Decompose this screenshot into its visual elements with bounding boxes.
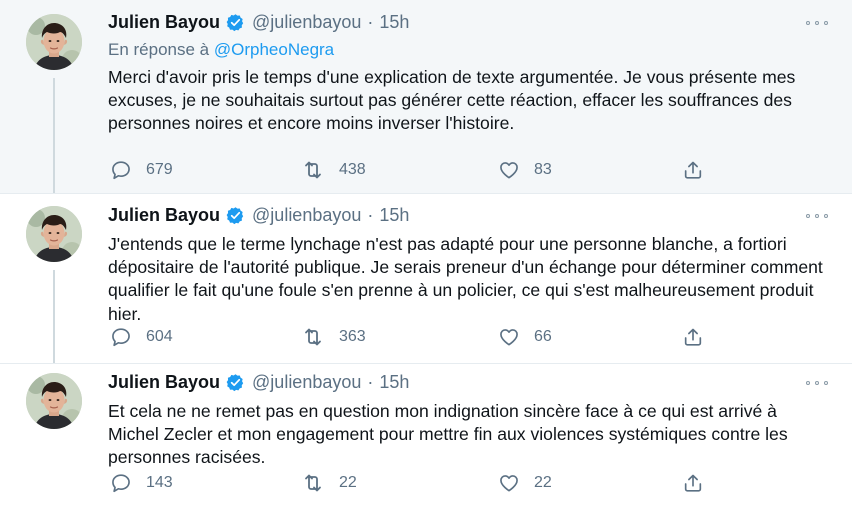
separator-dot: · — [367, 204, 374, 225]
tweet-text: Et cela ne ne remet pas en question mon … — [108, 401, 788, 468]
retweet-count: 363 — [339, 328, 366, 345]
retweet-icon — [301, 158, 325, 182]
more-options-icon[interactable] — [806, 19, 828, 27]
heart-icon — [498, 472, 520, 494]
tweet-text: Merci d'avoir pris le temps d'une explic… — [108, 67, 796, 134]
retweet-count: 22 — [339, 474, 357, 491]
thread-line — [53, 270, 55, 364]
reply-count: 679 — [146, 161, 173, 178]
reply-bubble-icon — [110, 472, 132, 494]
author-name[interactable]: Julien Bayou — [108, 12, 220, 33]
verified-badge-icon — [226, 373, 245, 392]
author-handle[interactable]: @julienbayou — [252, 12, 361, 33]
timestamp[interactable]: 15h — [379, 12, 409, 33]
reply-bubble-icon — [110, 326, 132, 348]
like-count: 83 — [534, 161, 552, 178]
reply-bubble-icon — [110, 159, 132, 181]
share-upload-icon — [682, 326, 704, 348]
reply-button[interactable]: 604 — [110, 325, 173, 349]
retweet-button[interactable]: 22 — [301, 471, 357, 495]
heart-icon — [498, 326, 520, 348]
share-button[interactable] — [682, 158, 718, 182]
retweet-count: 438 — [339, 161, 366, 178]
avatar[interactable] — [26, 14, 82, 70]
avatar[interactable] — [26, 206, 82, 262]
reply-mention-link[interactable]: @OrpheoNegra — [214, 40, 334, 59]
like-button[interactable]: 66 — [498, 325, 552, 349]
heart-icon — [498, 159, 520, 181]
avatar[interactable] — [26, 373, 82, 429]
tweet-1[interactable]: Julien Bayou @julienbayou · 15h En répon… — [0, 0, 852, 194]
verified-badge-icon — [226, 13, 245, 32]
share-upload-icon — [682, 159, 704, 181]
retweet-icon — [301, 325, 325, 349]
like-count: 66 — [534, 328, 552, 345]
tweet-actions: 143 22 22 — [108, 471, 732, 495]
tweet-text: J'entends que le terme lynchage n'est pa… — [108, 234, 823, 324]
reply-button[interactable]: 143 — [110, 471, 173, 495]
tweet-header: Julien Bayou @julienbayou · 15h — [108, 370, 409, 394]
timestamp[interactable]: 15h — [379, 372, 409, 393]
like-count: 22 — [534, 474, 552, 491]
more-options-icon[interactable] — [806, 379, 828, 387]
share-upload-icon — [682, 472, 704, 494]
tweet-actions: 679 438 83 — [108, 158, 732, 182]
reply-count: 143 — [146, 474, 173, 491]
retweet-icon — [301, 471, 325, 495]
tweet-header: Julien Bayou @julienbayou · 15h — [108, 203, 409, 227]
author-handle[interactable]: @julienbayou — [252, 372, 361, 393]
thread-line — [53, 78, 55, 194]
retweet-button[interactable]: 363 — [301, 325, 366, 349]
more-options-icon[interactable] — [806, 212, 828, 220]
author-name[interactable]: Julien Bayou — [108, 205, 220, 226]
like-button[interactable]: 83 — [498, 158, 552, 182]
reply-button[interactable]: 679 — [110, 158, 173, 182]
tweet-actions: 604 363 66 — [108, 325, 732, 349]
share-button[interactable] — [682, 471, 718, 495]
reply-prefix: En réponse à — [108, 40, 210, 59]
share-button[interactable] — [682, 325, 718, 349]
timestamp[interactable]: 15h — [379, 205, 409, 226]
tweet-header: Julien Bayou @julienbayou · 15h — [108, 10, 409, 34]
author-name[interactable]: Julien Bayou — [108, 372, 220, 393]
like-button[interactable]: 22 — [498, 471, 552, 495]
reply-count: 604 — [146, 328, 173, 345]
separator-dot: · — [367, 11, 374, 32]
author-handle[interactable]: @julienbayou — [252, 205, 361, 226]
verified-badge-icon — [226, 206, 245, 225]
reply-to-line: En réponse à @OrpheoNegra — [108, 40, 334, 60]
tweet-2[interactable]: Julien Bayou @julienbayou · 15h J'entend… — [0, 193, 852, 364]
retweet-button[interactable]: 438 — [301, 158, 366, 182]
separator-dot: · — [367, 371, 374, 392]
tweet-3[interactable]: Julien Bayou @julienbayou · 15h Et cela … — [0, 363, 852, 512]
